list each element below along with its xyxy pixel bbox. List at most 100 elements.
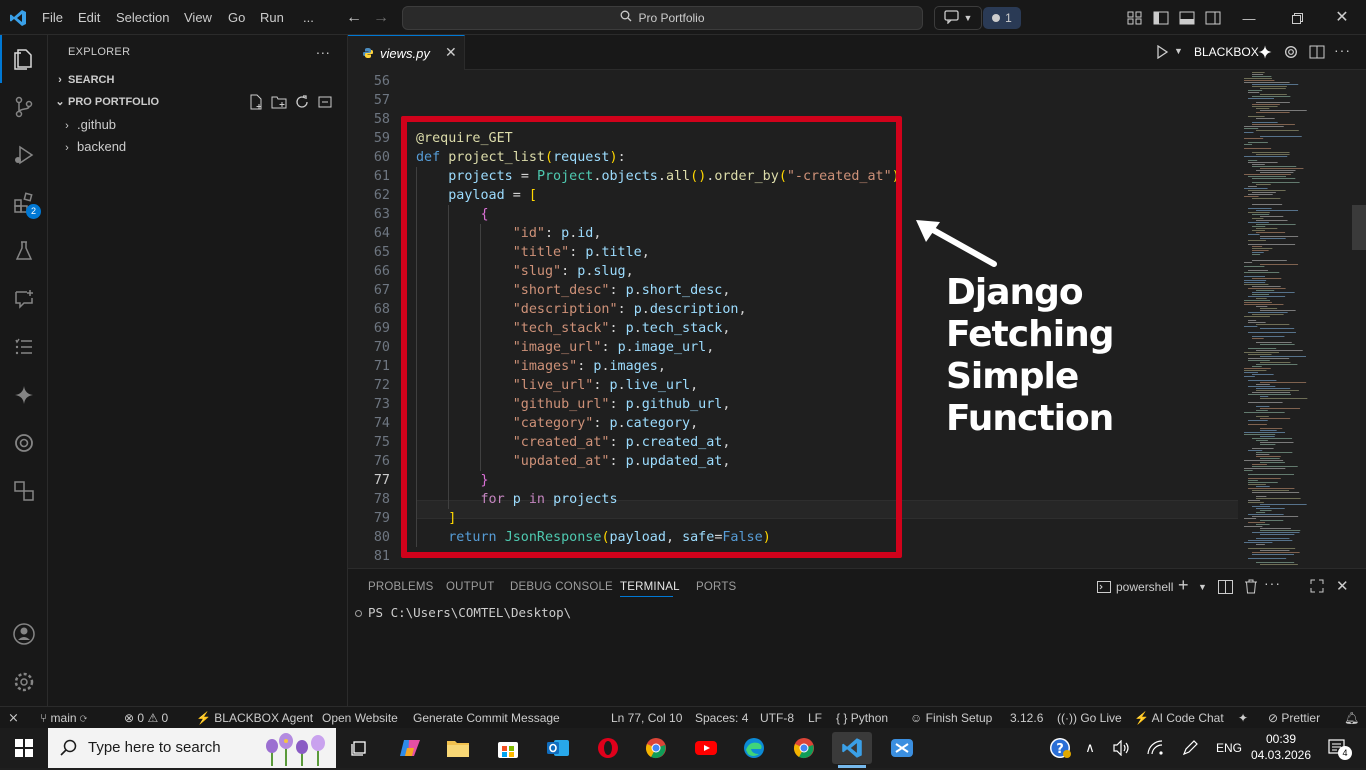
maximize-panel-icon[interactable]	[1310, 579, 1324, 596]
taskbar-search-box[interactable]: Type here to search	[48, 728, 336, 768]
notifications-bell-icon[interactable]: 🔔︎	[1344, 707, 1359, 729]
tab-views-py[interactable]: views.py ✕	[348, 35, 465, 70]
blackbox-label[interactable]: BLACKBOX	[1194, 45, 1259, 59]
encoding-status[interactable]: UTF-8	[760, 707, 794, 729]
copilot-app-icon[interactable]	[390, 732, 430, 764]
back-arrow-icon[interactable]: ←	[344, 8, 364, 28]
more-actions-icon[interactable]: ···	[1264, 575, 1281, 591]
chevron-down-icon[interactable]: ▼	[1174, 46, 1183, 56]
explorer-icon[interactable]	[0, 35, 48, 83]
problems-status[interactable]: ⊗ 0 ⚠ 0	[124, 707, 168, 729]
close-tab-icon[interactable]: ✕	[445, 44, 457, 61]
more-actions-icon[interactable]: ···	[1334, 42, 1351, 58]
language-status[interactable]: { } Python	[836, 707, 888, 729]
prettier-status[interactable]: ⊘ Prettier	[1268, 707, 1320, 729]
task-list-icon[interactable]	[0, 323, 48, 371]
indentation-status[interactable]: Spaces: 4	[695, 707, 748, 729]
menu-edit[interactable]: Edit	[78, 0, 100, 35]
opera-icon[interactable]	[588, 732, 628, 764]
go-live-status[interactable]: ((·)) Go Live	[1057, 707, 1122, 729]
sparkle-icon[interactable]	[0, 371, 48, 419]
customize-layout-icon[interactable]	[1126, 9, 1144, 27]
remote-explorer-icon[interactable]	[0, 467, 48, 515]
windows-start-icon[interactable]	[4, 732, 44, 764]
run-file-icon[interactable]	[1154, 44, 1170, 60]
new-terminal-icon[interactable]: +	[1178, 575, 1189, 596]
open-website-status[interactable]: Open Website	[322, 707, 398, 729]
blackbox-agent-status[interactable]: ⚡ BLACKBOX Agent	[196, 707, 313, 729]
menu-go[interactable]: Go	[228, 0, 245, 35]
folder-github[interactable]: › .github	[48, 114, 347, 136]
remote-desktop-icon[interactable]	[882, 732, 922, 764]
terminal-prompt[interactable]: PS C:\Users\COMTEL\Desktop\	[368, 605, 571, 620]
scrollbar-thumb[interactable]	[1352, 205, 1366, 250]
source-control-icon[interactable]	[0, 83, 48, 131]
menu-file[interactable]: File	[42, 0, 63, 35]
folder-backend[interactable]: › backend	[48, 136, 347, 158]
branch-status[interactable]: ⑂ main ⟳	[40, 707, 87, 729]
pen-icon[interactable]	[1170, 732, 1210, 764]
copilot-chat-button[interactable]: ▼	[934, 6, 982, 30]
edge-icon[interactable]	[734, 732, 774, 764]
eol-status[interactable]: LF	[808, 707, 822, 729]
code-line[interactable]: 56	[348, 72, 1228, 91]
outlook-icon[interactable]	[538, 732, 578, 764]
restore-icon[interactable]	[1288, 9, 1306, 27]
chevron-down-icon[interactable]: ▼	[1198, 582, 1207, 592]
menu-selection[interactable]: Selection	[116, 0, 169, 35]
notifications-badge[interactable]: 1	[983, 7, 1021, 29]
explorer-more-button[interactable]: ...	[316, 41, 331, 57]
notification-center-icon[interactable]: 4	[1318, 732, 1358, 764]
microsoft-store-icon[interactable]	[488, 732, 528, 764]
close-window-icon[interactable]: ✕	[1333, 8, 1351, 26]
search-section-header[interactable]: › SEARCH	[48, 69, 347, 91]
remote-chat-icon[interactable]	[0, 275, 48, 323]
remote-indicator-icon[interactable]: ⨯	[8, 707, 19, 729]
trash-icon[interactable]	[1244, 579, 1258, 597]
file-explorer-icon[interactable]	[438, 732, 478, 764]
commit-message-status[interactable]: Generate Commit Message	[413, 707, 560, 729]
extensions-icon[interactable]: 2	[0, 179, 48, 227]
tab-terminal[interactable]: TERMINAL	[620, 569, 680, 605]
youtube-icon[interactable]	[686, 732, 726, 764]
clock[interactable]: 00:39 04.03.2026	[1250, 731, 1312, 763]
editor-scrollbar[interactable]	[1352, 70, 1366, 568]
openai-icon[interactable]	[0, 419, 48, 467]
tab-problems[interactable]: PROBLEMS	[368, 569, 434, 605]
split-editor-icon[interactable]	[1309, 45, 1325, 62]
split-terminal-icon[interactable]	[1218, 580, 1233, 597]
tab-output[interactable]: OUTPUT	[446, 569, 494, 605]
finish-setup-status[interactable]: ☺ Finish Setup	[910, 707, 992, 729]
sparkle-icon[interactable]	[1257, 44, 1273, 63]
run-debug-icon[interactable]	[0, 131, 48, 179]
python-version-status[interactable]: 3.12.6	[1010, 707, 1043, 729]
tab-ports[interactable]: PORTS	[696, 569, 736, 605]
menu-view[interactable]: View	[184, 0, 212, 35]
settings-gear-icon[interactable]	[0, 658, 48, 706]
project-section-header[interactable]: ⌄ PRO PORTFOLIO	[48, 91, 347, 113]
menu-run[interactable]: Run	[260, 0, 284, 35]
tab-debug-console[interactable]: DEBUG CONSOLE	[510, 569, 613, 605]
testing-flask-icon[interactable]	[0, 227, 48, 275]
menu-more[interactable]: ...	[303, 0, 314, 35]
vscode-taskbar-icon[interactable]	[832, 732, 872, 764]
task-view-icon[interactable]	[340, 732, 380, 764]
account-icon[interactable]	[0, 610, 48, 658]
chrome-icon[interactable]	[636, 732, 676, 764]
toggle-sidebar-icon[interactable]	[1152, 9, 1170, 27]
command-center-search[interactable]: Pro Portfolio	[402, 6, 923, 30]
toggle-panel-icon[interactable]	[1178, 9, 1196, 27]
input-language[interactable]: ENG	[1216, 741, 1242, 755]
toggle-secondary-sidebar-icon[interactable]	[1204, 9, 1222, 27]
close-panel-icon[interactable]: ✕	[1336, 577, 1349, 595]
code-line[interactable]: 57	[348, 91, 1228, 110]
sparkle-icon[interactable]: ✦	[1238, 707, 1248, 729]
ai-code-chat-status[interactable]: ⚡ AI Code Chat	[1134, 707, 1224, 729]
openai-icon[interactable]	[1283, 44, 1299, 63]
minimap[interactable]	[1240, 70, 1352, 568]
forward-arrow-icon[interactable]: →	[371, 8, 391, 28]
cursor-position[interactable]: Ln 77, Col 10	[611, 707, 682, 729]
terminal-shell-label[interactable]: powershell	[1116, 580, 1173, 594]
chrome-profile-icon[interactable]	[784, 732, 824, 764]
minimize-icon[interactable]: —	[1240, 9, 1258, 27]
